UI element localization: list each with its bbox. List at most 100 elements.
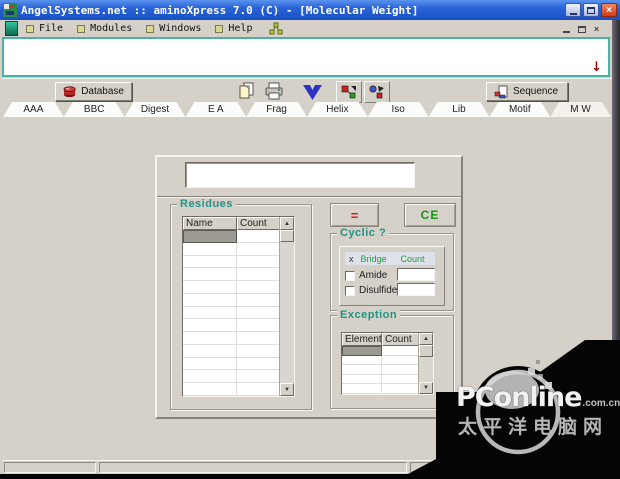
residues-col-name[interactable]: Name: [183, 217, 237, 230]
amide-checkbox[interactable]: [345, 270, 355, 281]
table-cell[interactable]: [382, 374, 421, 385]
table-row[interactable]: [183, 370, 294, 384]
table-cell[interactable]: [342, 346, 382, 356]
convert-tool-button[interactable]: [364, 81, 390, 103]
table-row[interactable]: [183, 383, 294, 396]
amide-count-input[interactable]: [397, 268, 435, 281]
validate-button[interactable]: [296, 81, 328, 101]
table-cell[interactable]: [183, 281, 237, 294]
table-cell[interactable]: [237, 268, 282, 282]
table-cell[interactable]: [237, 306, 282, 320]
residues-scrollbar[interactable]: ▲ ▼: [279, 217, 294, 396]
database-button[interactable]: Database: [55, 82, 132, 101]
table-cell[interactable]: [183, 293, 237, 307]
menu-windows[interactable]: Windows: [146, 23, 201, 34]
network-nodes-icon[interactable]: [269, 22, 283, 35]
table-cell[interactable]: [342, 355, 382, 366]
table-cell[interactable]: [237, 319, 282, 333]
table-cell[interactable]: [237, 332, 282, 345]
table-row[interactable]: [183, 319, 294, 333]
tab-bbc[interactable]: BBC: [64, 102, 125, 117]
table-cell[interactable]: [237, 357, 282, 371]
exception-col-count[interactable]: Count: [382, 333, 421, 346]
tab-iso[interactable]: Iso: [368, 102, 429, 117]
sequence-display-box[interactable]: ↓: [2, 37, 610, 77]
table-cell[interactable]: [183, 344, 237, 358]
mdi-close-button[interactable]: ×: [591, 23, 602, 34]
table-cell[interactable]: [183, 230, 237, 243]
residues-table-body[interactable]: [183, 230, 294, 396]
maximize-button[interactable]: [583, 3, 599, 17]
table-row[interactable]: [183, 255, 294, 269]
table-row[interactable]: [183, 242, 294, 256]
tab-motif[interactable]: Motif: [489, 102, 550, 117]
clear-entry-button[interactable]: CE: [404, 203, 456, 227]
scroll-down-icon[interactable]: ▼: [280, 383, 294, 396]
table-cell[interactable]: [237, 293, 282, 307]
table-row[interactable]: [183, 344, 294, 358]
table-cell[interactable]: [183, 332, 237, 345]
disulfide-count-input[interactable]: [397, 283, 435, 296]
table-cell[interactable]: [382, 346, 421, 356]
table-row[interactable]: [183, 281, 294, 294]
table-cell[interactable]: [183, 383, 237, 396]
table-cell[interactable]: [237, 370, 282, 384]
table-row[interactable]: [183, 268, 294, 282]
scrollbar-track[interactable]: [419, 357, 433, 382]
table-cell[interactable]: [237, 230, 282, 243]
exception-table[interactable]: Element Count ▲ ▼: [341, 332, 434, 395]
tab-lib[interactable]: Lib: [429, 102, 490, 117]
formula-input[interactable]: [185, 162, 415, 188]
scroll-down-icon[interactable]: ▼: [419, 382, 433, 394]
exception-col-element[interactable]: Element: [342, 333, 382, 346]
menu-file[interactable]: File: [26, 23, 63, 34]
mdi-minimize-button[interactable]: [561, 23, 572, 34]
table-cell[interactable]: [183, 357, 237, 371]
table-row[interactable]: [183, 306, 294, 320]
table-cell[interactable]: [183, 255, 237, 269]
copy-button[interactable]: [234, 81, 258, 101]
table-cell[interactable]: [342, 384, 382, 394]
tab-mw[interactable]: M W: [550, 102, 611, 117]
disulfide-checkbox[interactable]: [345, 285, 355, 296]
menu-modules[interactable]: Modules: [77, 23, 132, 34]
table-cell[interactable]: [342, 374, 382, 385]
table-cell[interactable]: [237, 281, 282, 294]
table-cell[interactable]: [237, 383, 282, 396]
residues-col-count[interactable]: Count: [237, 217, 282, 230]
tab-digest[interactable]: Digest: [125, 102, 186, 117]
table-cell[interactable]: [382, 355, 421, 366]
table-cell[interactable]: [382, 384, 421, 394]
table-cell[interactable]: [183, 268, 237, 282]
exception-scrollbar[interactable]: ▲ ▼: [418, 333, 433, 394]
mdi-restore-button[interactable]: [576, 23, 587, 34]
scrollbar-thumb[interactable]: [280, 230, 294, 242]
table-cell[interactable]: [342, 365, 382, 375]
table-cell[interactable]: [183, 370, 237, 384]
scroll-up-icon[interactable]: ▲: [419, 333, 433, 345]
tab-ea[interactable]: E A: [185, 102, 246, 117]
table-cell[interactable]: [183, 319, 237, 333]
equals-button[interactable]: =: [330, 203, 379, 227]
table-row[interactable]: [183, 357, 294, 371]
menu-help[interactable]: Help: [215, 23, 253, 34]
table-row[interactable]: [183, 293, 294, 307]
close-button[interactable]: ×: [601, 3, 617, 17]
table-cell[interactable]: [237, 344, 282, 358]
scrollbar-track[interactable]: [280, 242, 294, 383]
table-cell[interactable]: [183, 242, 237, 256]
tab-aaa[interactable]: AAA: [3, 102, 64, 117]
scroll-up-icon[interactable]: ▲: [280, 217, 294, 230]
structure-tool-button[interactable]: [336, 81, 362, 103]
print-button[interactable]: [262, 81, 286, 101]
scrollbar-thumb[interactable]: [419, 345, 433, 357]
table-cell[interactable]: [382, 365, 421, 375]
table-cell[interactable]: [237, 242, 282, 256]
tab-helix[interactable]: Helix: [307, 102, 368, 117]
minimize-button[interactable]: [565, 3, 581, 17]
table-row[interactable]: [183, 332, 294, 345]
residues-table[interactable]: Name Count ▲ ▼: [182, 216, 295, 397]
title-bar[interactable]: AngelSystems.net :: aminoXpress 7.0 (C) …: [0, 0, 620, 20]
sequence-button[interactable]: Sequence: [486, 82, 568, 101]
table-row[interactable]: [183, 230, 294, 243]
